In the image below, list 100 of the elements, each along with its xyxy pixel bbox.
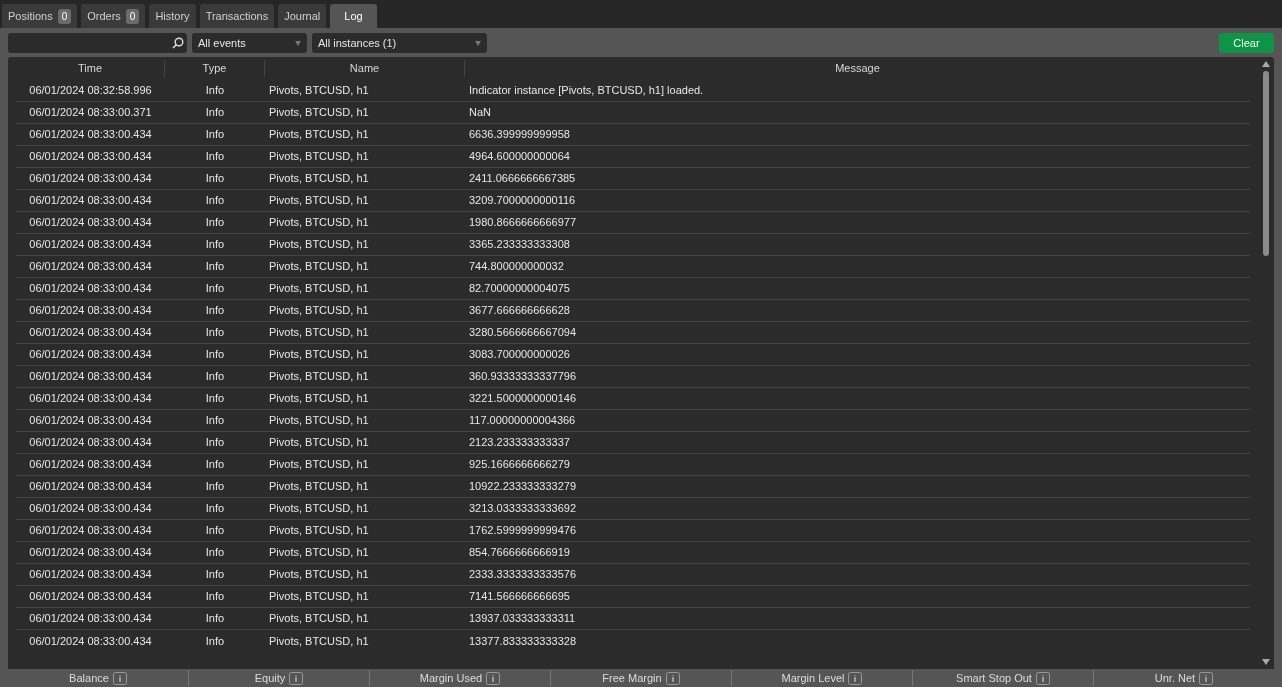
table-cell-text: Info (205, 105, 225, 121)
table-cell-text: 06/01/2024 08:33:00.434 (29, 171, 152, 187)
table-cell-text: 3280.5666666667094 (469, 325, 577, 341)
table-cell-text: Indicator instance [Pivots, BTCUSD, h1] loaded. (469, 83, 704, 99)
table-cell-text: Info (205, 479, 225, 495)
instance-dropdown[interactable]: All instances (1) (312, 33, 487, 53)
table-cell-text: Pivots, BTCUSD, h1 (269, 259, 369, 275)
table-cell-text: 13377.833333333328 (469, 633, 577, 649)
table-cell-text: Info (205, 501, 225, 517)
column-header[interactable]: Name (349, 60, 380, 77)
table-cell-text: 925.1666666666279 (469, 457, 570, 473)
table-cell-text: 06/01/2024 08:33:00.434 (29, 589, 152, 605)
table-cell-text: Info (205, 589, 225, 605)
table-cell-text: Pivots, BTCUSD, h1 (269, 611, 369, 627)
table-cell-text: Info (205, 237, 225, 253)
column-header[interactable]: Time (77, 60, 102, 77)
table-cell-text: 06/01/2024 08:33:00.434 (29, 633, 152, 649)
table-cell-text: 744.800000000032 (469, 259, 564, 275)
table-cell-text: 3083.700000000026 (469, 347, 570, 363)
table-cell-text: 06/01/2024 08:33:00.434 (29, 523, 152, 539)
info-icon[interactable] (486, 671, 501, 685)
table-cell-text: Info (205, 633, 225, 649)
table-cell-text: Pivots, BTCUSD, h1 (269, 127, 369, 143)
status-label: Equity (254, 670, 286, 686)
table-cell-text: Info (205, 193, 225, 209)
table-cell-text: Pivots, BTCUSD, h1 (269, 523, 369, 539)
status-label: Free Margin (602, 670, 662, 686)
table-cell-text: Pivots, BTCUSD, h1 (269, 479, 369, 495)
table-cell-text: 06/01/2024 08:33:00.434 (29, 413, 152, 429)
table-cell-text: Info (205, 171, 225, 187)
scroll-thumb[interactable] (1263, 71, 1269, 256)
table-cell-text: Pivots, BTCUSD, h1 (269, 435, 369, 451)
status-label: Smart Stop Out (956, 670, 1032, 686)
info-icon[interactable] (1199, 671, 1214, 685)
table-cell-text: Info (205, 523, 225, 539)
search-icon (172, 37, 184, 49)
table-cell-text: 06/01/2024 08:33:00.434 (29, 237, 152, 253)
table-cell-text: Info (205, 325, 225, 341)
tab[interactable]: Transactions (199, 4, 275, 28)
table-cell-text: Pivots, BTCUSD, h1 (269, 215, 369, 231)
table-cell-text: Info (205, 347, 225, 363)
table-cell-text: 3209.7000000000116 (469, 193, 576, 209)
table-cell-text: 117.00000000004366 (469, 413, 576, 429)
table-cell-text: 06/01/2024 08:33:00.434 (29, 545, 152, 561)
info-icon[interactable] (665, 671, 680, 685)
info-icon[interactable] (848, 671, 863, 685)
table-cell-text: Info (205, 545, 225, 561)
caret-icon (475, 40, 481, 46)
table-cell-text: Pivots, BTCUSD, h1 (269, 105, 369, 121)
tab[interactable]: Journal (278, 4, 327, 28)
table-cell-text: 2411.0666666667385 (469, 171, 576, 187)
status-label: Margin Level (781, 670, 845, 686)
table-cell-text: Pivots, BTCUSD, h1 (269, 457, 369, 473)
table-cell-text: Pivots, BTCUSD, h1 (269, 369, 369, 385)
table-cell-text: Info (205, 281, 225, 297)
info-icon[interactable] (289, 671, 304, 685)
tab[interactable]: History (149, 4, 196, 28)
event-dropdown[interactable]: All events (192, 33, 307, 53)
table-cell-text: 4964.600000000064 (469, 149, 570, 165)
table-cell-text: Info (205, 391, 225, 407)
table-cell-text: 06/01/2024 08:33:00.434 (29, 149, 152, 165)
table-cell-text: Pivots, BTCUSD, h1 (269, 303, 369, 319)
table-cell-text: Pivots, BTCUSD, h1 (269, 237, 369, 253)
table-cell-text: 06/01/2024 08:33:00.434 (29, 347, 152, 363)
table-cell-text: 06/01/2024 08:33:00.434 (29, 479, 152, 495)
column-header[interactable]: Type (202, 60, 227, 77)
table-cell-text: Pivots, BTCUSD, h1 (269, 347, 369, 363)
table-cell-text: 1762.5999999999476 (469, 523, 577, 539)
status-label: Unr. Net (1154, 670, 1196, 686)
table-cell-text: Pivots, BTCUSD, h1 (269, 545, 369, 561)
table-cell-text: Pivots, BTCUSD, h1 (269, 193, 369, 209)
column-header[interactable]: Message (835, 60, 880, 77)
table-cell-text: 3221.5000000000146 (469, 391, 577, 407)
count-badge: 0 (57, 8, 72, 24)
table-cell-text: Pivots, BTCUSD, h1 (269, 149, 369, 165)
search-field[interactable] (8, 33, 187, 53)
table-cell-text: 6636.399999999958 (469, 127, 570, 143)
table-cell-text: 3365.233333333308 (469, 237, 570, 253)
info-icon[interactable] (112, 671, 127, 685)
tab[interactable]: Log (330, 4, 377, 28)
table-cell-text: Pivots, BTCUSD, h1 (269, 589, 369, 605)
tab[interactable]: Positions 0 (2, 4, 78, 28)
clear-button[interactable]: Clear (1219, 33, 1274, 53)
table-cell-text: 06/01/2024 08:33:00.434 (29, 303, 152, 319)
table-cell-text: 3677.666666666628 (469, 303, 570, 319)
info-icon[interactable] (1035, 671, 1050, 685)
table-cell-text: 360.93333333337796 (469, 369, 577, 385)
table-cell-text: Info (205, 127, 225, 143)
table-cell-text: NaN (469, 105, 491, 121)
table-cell-text: Info (205, 413, 225, 429)
table-cell-text: 06/01/2024 08:33:00.434 (29, 281, 152, 297)
table-cell-text: 06/01/2024 08:33:00.434 (29, 325, 152, 341)
table-cell-text: 06/01/2024 08:33:00.434 (29, 193, 152, 209)
table-cell-text: 06/01/2024 08:33:00.434 (29, 567, 152, 583)
table-cell-text: 10922.233333333279 (469, 479, 577, 495)
table-cell-text: Pivots, BTCUSD, h1 (269, 325, 369, 341)
tab[interactable]: Orders 0 (81, 4, 146, 28)
table-cell-text: 06/01/2024 08:33:00.434 (29, 611, 152, 627)
table-cell-text: 1980.8666666666977 (469, 215, 577, 231)
table-cell-text: 82.70000000004075 (469, 281, 570, 297)
